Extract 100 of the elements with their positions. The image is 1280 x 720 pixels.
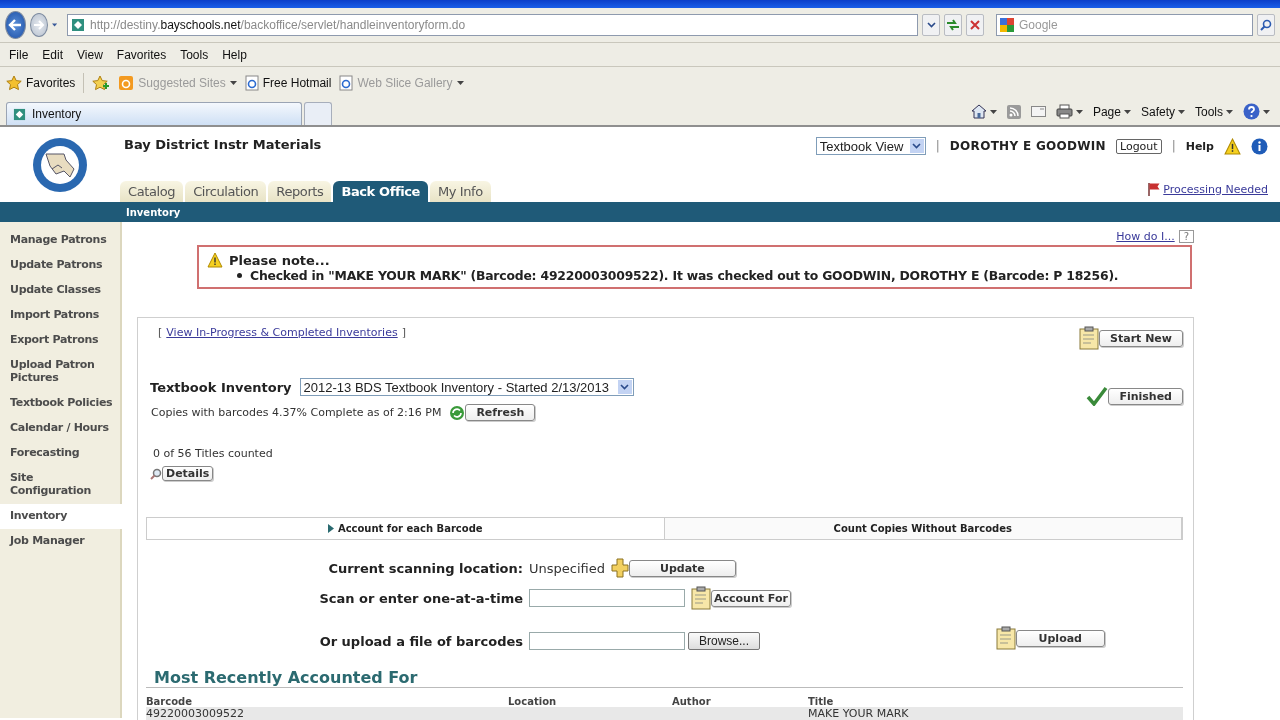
stop-button[interactable] bbox=[966, 14, 984, 36]
favorites-item[interactable]: Favorites bbox=[6, 74, 76, 91]
command-menu[interactable]: Tools bbox=[1195, 104, 1233, 119]
sidebar-item[interactable]: Job Manager bbox=[0, 529, 120, 554]
forward-button[interactable] bbox=[29, 13, 48, 37]
account-for-button[interactable]: Account For bbox=[711, 589, 791, 607]
column-header: Title bbox=[808, 696, 835, 707]
site-title: Bay District Instr Materials bbox=[124, 137, 323, 152]
sidebar-item[interactable]: Forecasting bbox=[0, 441, 120, 466]
plus-icon bbox=[611, 558, 629, 578]
sites-icon bbox=[118, 74, 135, 91]
caret-icon bbox=[1263, 109, 1270, 114]
sidebar-item[interactable]: Manage Patrons bbox=[0, 228, 120, 253]
browse-button[interactable]: Browse... bbox=[688, 632, 760, 650]
sidebar-item[interactable]: Site Configuration bbox=[0, 466, 120, 504]
view-inventories-link[interactable]: View In-Progress & Completed Inventories bbox=[166, 326, 398, 339]
help-link[interactable]: Help bbox=[1185, 139, 1214, 153]
browser-tab[interactable]: Inventory bbox=[6, 102, 302, 125]
search-provider-icon bbox=[1000, 18, 1014, 32]
finished-button[interactable]: Finished bbox=[1108, 387, 1183, 405]
mail-icon[interactable] bbox=[1030, 106, 1046, 117]
details-button[interactable]: Details bbox=[162, 466, 214, 481]
upload-label: Or upload a file of barcodes bbox=[319, 633, 523, 649]
sidebar-item[interactable]: Update Classes bbox=[0, 278, 120, 303]
nav-tab[interactable]: Back Office bbox=[333, 181, 428, 202]
table-cell-text: 49220003009522 bbox=[146, 707, 245, 720]
table-row[interactable]: 49220003009522 MAKE YOUR MARK bbox=[146, 707, 1183, 720]
view-select[interactable]: Textbook View bbox=[815, 137, 926, 155]
sidebar-item[interactable]: Update Patrons bbox=[0, 253, 120, 278]
help-icon[interactable] bbox=[1243, 103, 1260, 120]
bracket-text: ] bbox=[401, 326, 406, 339]
column-header: Author bbox=[672, 696, 712, 707]
menu-item[interactable]: File bbox=[2, 47, 36, 62]
table-cell-text: MAKE YOUR MARK bbox=[808, 707, 910, 720]
location-label: Current scanning location: bbox=[328, 560, 523, 576]
inventory-select[interactable]: 2012-13 BDS Textbook Inventory - Started 2/13/2013 bbox=[299, 378, 634, 396]
inventory-label: Textbook Inventory bbox=[150, 379, 292, 395]
warning-icon bbox=[1224, 137, 1241, 155]
sidebar-item[interactable]: Textbook Policies bbox=[0, 391, 120, 416]
search-icon bbox=[1260, 19, 1272, 31]
sidebar-item[interactable]: Calendar / Hours bbox=[0, 416, 120, 441]
update-button[interactable]: Update bbox=[629, 559, 736, 577]
refresh-button[interactable]: Refresh bbox=[465, 404, 536, 421]
address-field[interactable]: http://destiny.bayschools.net/backoffice/servlet/handleinventoryform.do bbox=[67, 14, 918, 36]
file-input[interactable] bbox=[529, 632, 685, 650]
menu-item[interactable]: Edit bbox=[35, 47, 71, 62]
home-icon[interactable] bbox=[970, 104, 987, 119]
section-title: Most Recently Accounted For bbox=[154, 668, 418, 687]
status-text: Copies with barcodes 4.37% Complete as of 2:16 PM bbox=[151, 406, 442, 419]
column-header: Location bbox=[508, 696, 558, 707]
favorites-item[interactable]: Free Hotmail bbox=[244, 74, 332, 91]
nav-tab[interactable]: Catalog bbox=[120, 181, 184, 202]
subnav-item[interactable]: Inventory bbox=[126, 206, 181, 218]
sidebar-item[interactable]: Export Patrons bbox=[0, 328, 120, 353]
add-favorite-icon[interactable] bbox=[92, 74, 111, 91]
logout-button[interactable]: Logout bbox=[1115, 138, 1162, 154]
caret-icon bbox=[1123, 109, 1131, 114]
column-header: Barcode bbox=[146, 696, 194, 707]
upload-button[interactable]: Upload bbox=[1015, 629, 1105, 647]
info-icon[interactable] bbox=[1251, 137, 1268, 155]
barcode-input[interactable] bbox=[529, 589, 685, 607]
section-tab[interactable]: Count Copies Without Barcodes bbox=[664, 518, 1182, 539]
clipboard-icon bbox=[691, 586, 711, 610]
bracket-text: [ bbox=[158, 326, 163, 339]
feed-icon[interactable] bbox=[1006, 104, 1021, 119]
menu-item[interactable]: Favorites bbox=[109, 47, 174, 62]
chevron-down-icon bbox=[912, 143, 922, 149]
nav-tab[interactable]: My Info bbox=[429, 181, 491, 202]
district-logo bbox=[32, 137, 88, 193]
page-icon bbox=[13, 107, 26, 121]
menu-item[interactable]: Tools bbox=[173, 47, 216, 62]
start-new-button[interactable]: Start New bbox=[1099, 329, 1183, 347]
close-icon bbox=[970, 20, 980, 30]
chevron-down-icon bbox=[620, 384, 630, 390]
nav-tab[interactable]: Reports bbox=[268, 181, 332, 202]
caret-icon bbox=[1226, 109, 1233, 114]
nav-tab[interactable]: Circulation bbox=[185, 181, 267, 202]
star-icon bbox=[6, 74, 22, 91]
caret-icon bbox=[1075, 109, 1083, 114]
warning-icon bbox=[207, 252, 223, 268]
command-menu[interactable]: Page bbox=[1092, 104, 1131, 119]
search-button[interactable] bbox=[1257, 14, 1275, 36]
refresh-button[interactable] bbox=[944, 14, 962, 36]
back-button[interactable] bbox=[5, 11, 26, 39]
sidebar-item[interactable]: Inventory bbox=[0, 504, 122, 529]
command-menu[interactable]: Safety bbox=[1140, 104, 1185, 119]
processing-needed-link[interactable]: Processing Needed bbox=[1163, 182, 1268, 196]
sidebar-item[interactable]: Upload Patron Pictures bbox=[0, 353, 120, 391]
help-icon[interactable]: ? bbox=[1178, 230, 1194, 243]
menu-item[interactable]: View bbox=[70, 47, 110, 62]
arrow-right-icon bbox=[32, 20, 45, 30]
dropdown-button[interactable] bbox=[922, 14, 940, 36]
menu-item[interactable]: Help bbox=[215, 47, 254, 62]
chevron-down-icon bbox=[926, 22, 936, 28]
caret-icon bbox=[51, 23, 57, 27]
print-icon[interactable] bbox=[1055, 104, 1073, 119]
sidebar-item[interactable]: Import Patrons bbox=[0, 303, 120, 328]
clipboard-icon bbox=[995, 626, 1016, 650]
how-do-i-link[interactable]: How do I... bbox=[1116, 230, 1175, 243]
caret-icon bbox=[1178, 109, 1185, 114]
